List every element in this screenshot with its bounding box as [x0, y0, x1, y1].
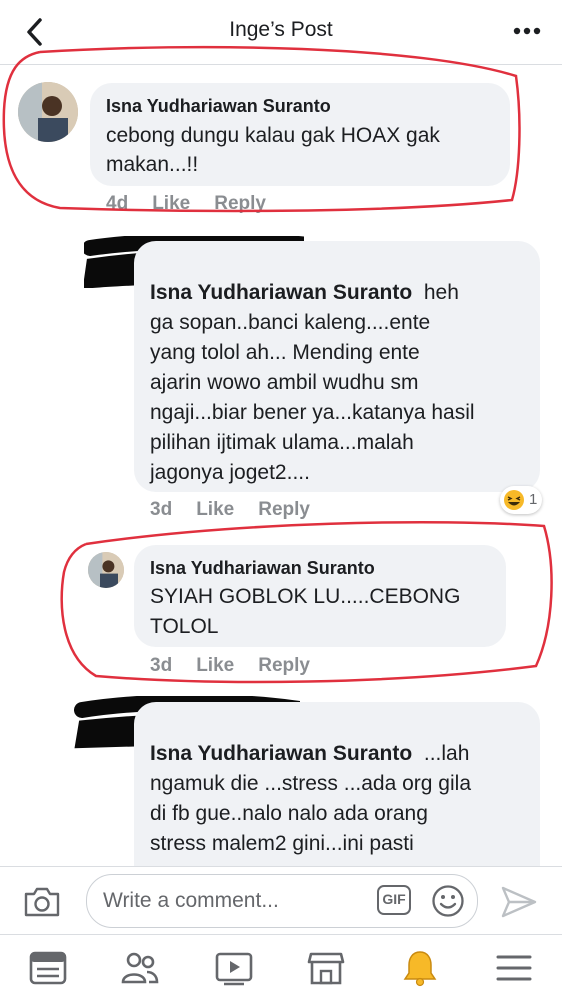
comment-text: TOLOL	[150, 615, 219, 638]
comment-text: di fb gue..nalo nalo ada orang	[150, 802, 428, 825]
bottom-nav	[0, 934, 562, 1001]
comment-author[interactable]: Isna Yudhariawan Suranto	[150, 742, 412, 765]
reply-button[interactable]: Reply	[258, 499, 310, 520]
comment-composer: Write a comment... GIF	[0, 866, 562, 935]
avatar[interactable]	[88, 552, 124, 588]
menu-icon[interactable]	[494, 949, 534, 987]
comment-text-line: Isna Yudhariawan Suranto ...lah	[150, 742, 469, 766]
like-button[interactable]: Like	[152, 193, 190, 214]
comment-text: SYIAH GOBLOK LU.....CEBONG	[150, 585, 461, 608]
comment-text: cebong dungu kalau gak HOAX gak	[106, 124, 440, 147]
gif-label: GIF	[382, 891, 406, 907]
reply-button[interactable]: Reply	[258, 655, 310, 676]
reply-button[interactable]: Reply	[214, 193, 266, 214]
comment-time: 3d	[150, 655, 173, 676]
comment-bubble[interactable]: Isna Yudhariawan Suranto heh ga sopan..b…	[134, 241, 540, 492]
more-dots-icon[interactable]	[512, 26, 542, 36]
marketplace-icon[interactable]	[306, 949, 346, 987]
comment-author[interactable]: Isna Yudhariawan Suranto	[150, 281, 412, 304]
comment-input[interactable]: Write a comment... GIF	[86, 874, 478, 928]
smiley-icon[interactable]	[431, 884, 465, 918]
top-bar: Inge’s Post	[0, 0, 562, 65]
comment-text: jagonya joget2....	[150, 461, 310, 484]
comment-text: makan...!!	[106, 153, 199, 176]
comment-text: stress malem2 gini...ini pasti	[150, 832, 414, 855]
comment-text: yang tolol ah... Mending ente	[150, 341, 420, 364]
comment-author[interactable]: Isna Yudhariawan Suranto	[106, 96, 331, 117]
reaction-count: 1	[529, 491, 538, 508]
comment-bubble[interactable]: Isna Yudhariawan Suranto cebong dungu ka…	[90, 83, 510, 186]
page-title: Inge’s Post	[229, 18, 333, 41]
comment-text: ngamuk die ...stress ...ada org gila	[150, 772, 471, 795]
comment-text: ngaji...biar bener ya...katanya hasil	[150, 401, 475, 424]
avatar[interactable]	[18, 82, 78, 142]
comment-meta: 3d Like Reply	[150, 655, 334, 677]
comment-text: ajarin wowo ambil wudhu sm	[150, 371, 419, 394]
avatar-photo	[18, 82, 78, 142]
comment-author[interactable]: Isna Yudhariawan Suranto	[150, 558, 375, 579]
avatar-photo	[88, 552, 124, 588]
comment-text-line: Isna Yudhariawan Suranto heh	[150, 281, 459, 305]
comment-time: 4d	[106, 193, 129, 214]
comment-bubble[interactable]: Isna Yudhariawan Suranto SYIAH GOBLOK LU…	[134, 545, 506, 647]
comment-text: heh	[423, 281, 459, 304]
notifications-bell-icon[interactable]	[400, 949, 440, 987]
comment-text: ga sopan..banci kaleng....ente	[150, 311, 431, 334]
camera-icon[interactable]	[22, 885, 62, 919]
like-button[interactable]: Like	[196, 655, 234, 676]
comment-time: 3d	[150, 499, 173, 520]
comment-text: ...lah	[423, 742, 470, 765]
comment-input-placeholder: Write a comment...	[103, 889, 279, 912]
reaction-badge[interactable]: 1	[500, 486, 542, 514]
comment-meta: 3d Like Reply	[150, 499, 334, 521]
friends-icon[interactable]	[120, 949, 160, 987]
comment-text: pilihan ijtimak ulama...malah	[150, 431, 414, 454]
gif-button[interactable]: GIF	[377, 885, 411, 915]
news-feed-icon[interactable]	[28, 949, 68, 987]
comment-meta: 4d Like Reply	[106, 193, 290, 215]
laughing-emoji-icon	[504, 490, 524, 510]
watch-icon[interactable]	[214, 949, 254, 987]
send-icon[interactable]	[500, 885, 538, 919]
like-button[interactable]: Like	[196, 499, 234, 520]
